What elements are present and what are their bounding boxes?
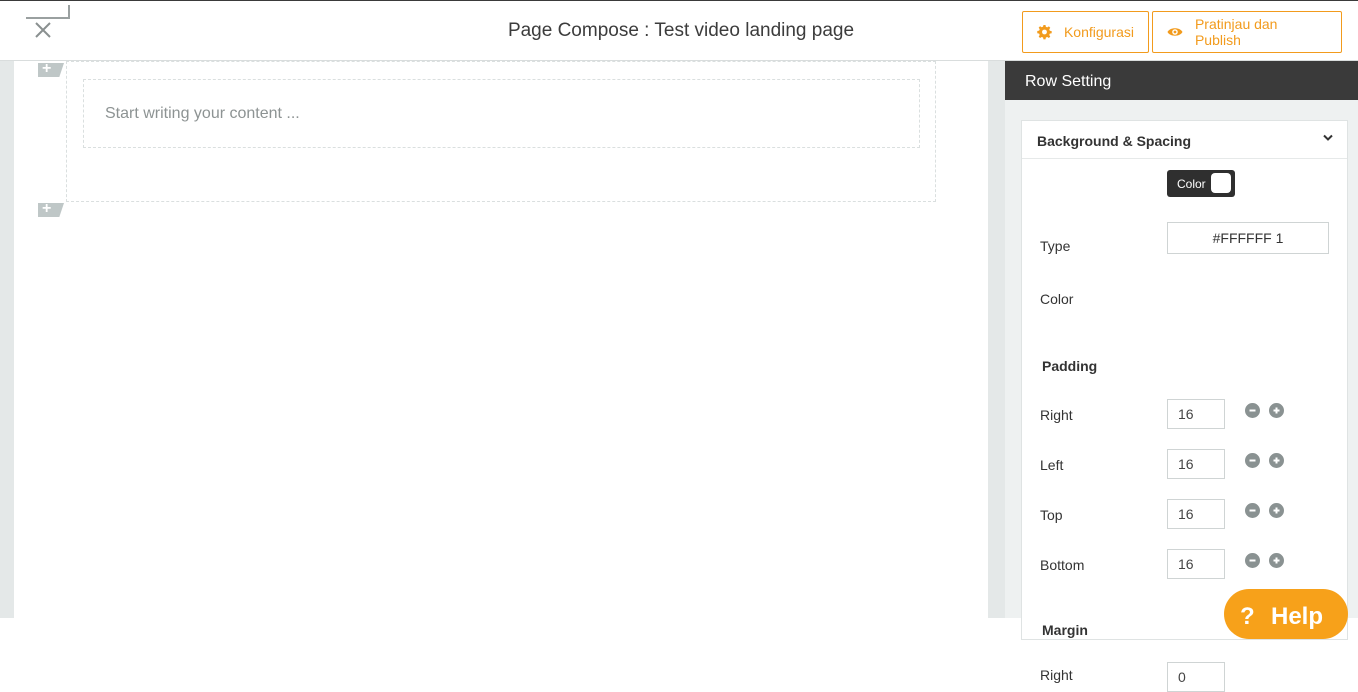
padding-right-input[interactable]: 16 <box>1167 399 1225 429</box>
padding-bottom-increment[interactable] <box>1269 553 1284 568</box>
padding-right-decrement[interactable] <box>1245 403 1260 418</box>
plus-circle-icon <box>1273 407 1280 414</box>
plus-icon: + <box>42 60 52 77</box>
padding-left-decrement[interactable] <box>1245 453 1260 468</box>
type-label: Type <box>1040 238 1071 254</box>
top-bar: Page Compose : Test video landing page K… <box>0 0 1358 61</box>
editor-canvas-area: + Start writing your content ... + <box>0 61 1005 618</box>
padding-right-label: Right <box>1040 407 1073 423</box>
pratinjau-publish-label: Pratinjau dan Publish <box>1194 16 1278 48</box>
padding-title: Padding <box>1042 358 1098 374</box>
padding-bottom-input[interactable]: 16 <box>1167 549 1225 579</box>
type-toggle-text: Color <box>1177 177 1206 191</box>
minus-circle-icon <box>1249 459 1256 462</box>
plus-circle-icon <box>1273 507 1280 514</box>
close-button-corner <box>26 5 70 19</box>
padding-left-increment[interactable] <box>1269 453 1284 468</box>
type-toggle[interactable]: Color <box>1167 170 1235 197</box>
background-spacing-header[interactable]: Background & Spacing <box>1022 121 1347 159</box>
toggle-knob <box>1211 173 1231 193</box>
padding-top-input[interactable]: 16 <box>1167 499 1225 529</box>
background-spacing-section: Background & Spacing Type Color Color #F… <box>1021 120 1348 692</box>
editor-page: + Start writing your content ... + <box>14 61 988 618</box>
padding-left-label: Left <box>1040 457 1064 473</box>
plus-circle-icon <box>1273 457 1280 464</box>
minus-circle-icon <box>1249 509 1256 512</box>
margin-title: Margin <box>1042 622 1088 638</box>
color-label: Color <box>1040 291 1074 307</box>
eye-icon <box>1167 28 1183 36</box>
add-row-above-button[interactable]: + <box>38 63 64 77</box>
chevron-down-icon <box>1323 134 1333 141</box>
padding-bottom-decrement[interactable] <box>1245 553 1260 568</box>
konfigurasi-button[interactable]: Konfigurasi <box>1022 11 1149 53</box>
padding-top-decrement[interactable] <box>1245 503 1260 518</box>
help-icon: ? <box>1240 603 1255 630</box>
add-row-below-button[interactable]: + <box>38 203 64 217</box>
pratinjau-publish-button[interactable]: Pratinjau dan Publish <box>1152 11 1342 53</box>
margin-right-label: Right <box>1040 667 1073 683</box>
padding-bottom-label: Bottom <box>1040 557 1085 573</box>
padding-top-increment[interactable] <box>1269 503 1284 518</box>
help-button[interactable]: ? Help <box>1224 589 1348 639</box>
konfigurasi-label: Konfigurasi <box>1063 24 1134 40</box>
content-placeholder[interactable]: Start writing your content ... <box>105 105 300 123</box>
color-input[interactable]: #FFFFFF 1 <box>1167 222 1329 254</box>
padding-top-label: Top <box>1040 507 1063 523</box>
section-title: Background & Spacing <box>1037 133 1192 149</box>
help-label: Help <box>1271 603 1324 630</box>
plus-circle-icon <box>1273 557 1280 564</box>
text-content-block[interactable]: Start writing your content ... <box>83 79 920 148</box>
plus-icon: + <box>42 200 52 217</box>
padding-left-input[interactable]: 16 <box>1167 449 1225 479</box>
gear-icon <box>1037 24 1052 40</box>
margin-right-input[interactable]: 0 <box>1167 662 1225 692</box>
minus-circle-icon <box>1249 559 1256 562</box>
content-row[interactable]: Start writing your content ... <box>66 61 936 202</box>
padding-right-increment[interactable] <box>1269 403 1284 418</box>
row-setting-panel: Row Setting Background & Spacing Type Co… <box>1005 61 1358 692</box>
panel-title: Row Setting <box>1005 61 1358 100</box>
minus-circle-icon <box>1249 409 1256 412</box>
